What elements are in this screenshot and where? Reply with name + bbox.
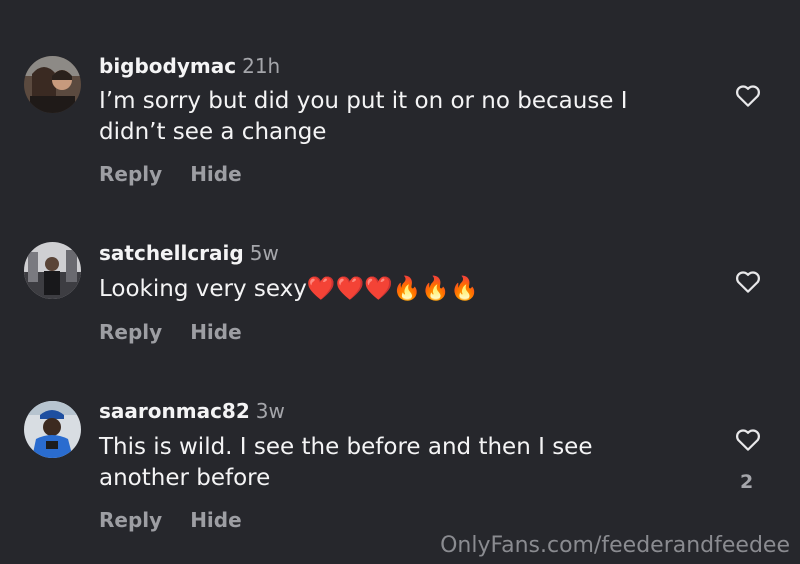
watermark: OnlyFans.com/feederandfeedee [440,533,790,558]
reply-button[interactable]: Reply [99,508,162,532]
avatar[interactable] [24,56,81,113]
avatar[interactable] [24,242,81,299]
username-link[interactable]: satchellcraig [99,241,244,265]
reply-button[interactable]: Reply [99,162,162,186]
comment-timestamp: 5w [249,241,279,265]
comment-actions: Reply Hide [99,320,242,344]
comment-text: I’m sorry but did you put it on or no be… [99,88,628,145]
heart-icon[interactable] [733,80,763,110]
comment-text: Looking very sexy❤️❤️❤️🔥🔥🔥 [99,276,479,302]
comment-header: saaronmac82 3w [99,399,285,423]
comment-header: bigbodymac 21h [99,54,280,78]
hide-button[interactable]: Hide [190,320,241,344]
comment-text: This is wild. I see the before and then … [99,434,593,491]
comment-actions: Reply Hide [99,508,242,532]
comment-actions: Reply Hide [99,162,242,186]
hide-button[interactable]: Hide [190,162,241,186]
avatar[interactable] [24,401,81,458]
comment-header: satchellcraig 5w [99,241,279,265]
hide-button[interactable]: Hide [190,508,241,532]
heart-icon[interactable] [733,266,763,296]
username-link[interactable]: saaronmac82 [99,399,250,423]
heart-icon[interactable] [733,424,763,454]
username-link[interactable]: bigbodymac [99,54,236,78]
comment-timestamp: 3w [255,399,285,423]
reply-button[interactable]: Reply [99,320,162,344]
like-count: 2 [740,471,754,493]
comment-timestamp: 21h [242,54,281,78]
